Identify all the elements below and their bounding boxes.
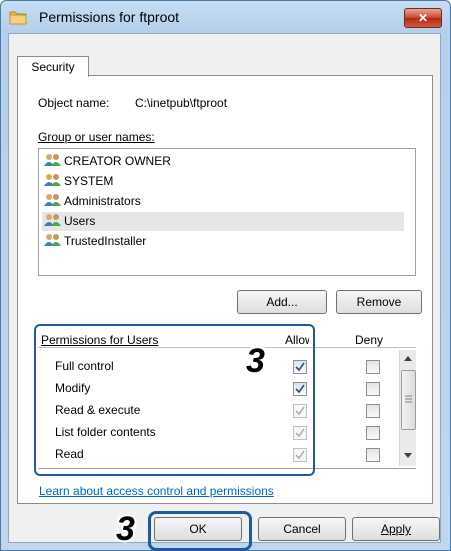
- list-item-label: Administrators: [64, 194, 141, 208]
- access-control-help-link[interactable]: Learn about access control and permissio…: [39, 484, 274, 498]
- list-item-label: Users: [64, 214, 96, 228]
- scrollbar-thumb[interactable]: [401, 370, 416, 430]
- group-user-list[interactable]: CREATOR OWNER SYSTEM Administrators User…: [38, 148, 416, 276]
- list-item-users[interactable]: Users: [42, 212, 404, 231]
- close-button[interactable]: ✕: [404, 8, 442, 28]
- list-item-system[interactable]: SYSTEM: [42, 172, 404, 191]
- window-title: Permissions for ftproot: [39, 9, 180, 25]
- list-item-label: TrustedInstaller: [64, 234, 147, 248]
- deny-full-control-checkbox[interactable]: [366, 360, 380, 374]
- users-icon: [44, 234, 61, 246]
- close-icon: ✕: [417, 11, 429, 25]
- list-item-creator-owner[interactable]: CREATOR OWNER: [42, 152, 404, 171]
- users-icon: [44, 194, 61, 206]
- group-list-label: Group or user names:: [38, 130, 155, 144]
- step-callout-permissions: 3: [246, 342, 265, 380]
- users-icon: [44, 174, 61, 186]
- list-item-trustedinstaller[interactable]: TrustedInstaller: [42, 232, 404, 251]
- deny-list-folder-checkbox[interactable]: [366, 426, 380, 440]
- deny-column-header: Deny: [355, 333, 384, 347]
- folder-icon: [9, 11, 27, 25]
- tab-security[interactable]: Security: [17, 56, 89, 77]
- permissions-highlight-box: [34, 324, 315, 476]
- users-icon: [44, 214, 61, 226]
- deny-read-execute-checkbox[interactable]: [366, 404, 380, 418]
- cancel-button[interactable]: Cancel: [258, 517, 346, 541]
- step-callout-ok: 3: [116, 510, 135, 548]
- list-item-label: CREATOR OWNER: [64, 154, 171, 168]
- object-name-label: Object name:: [38, 96, 110, 110]
- list-item-label: SYSTEM: [64, 174, 114, 188]
- add-button[interactable]: Add...: [237, 290, 327, 314]
- grip-icon: [405, 395, 412, 403]
- list-item-administrators[interactable]: Administrators: [42, 192, 404, 211]
- users-icon: [44, 154, 61, 166]
- deny-modify-checkbox[interactable]: [366, 382, 380, 396]
- apply-button[interactable]: Apply: [352, 517, 440, 541]
- scroll-up-icon[interactable]: [403, 354, 413, 362]
- scroll-down-icon[interactable]: [403, 452, 413, 460]
- title-bar[interactable]: Permissions for ftproot ✕: [1, 1, 450, 33]
- ok-highlight-box: [148, 511, 252, 551]
- deny-read-checkbox[interactable]: [366, 448, 380, 462]
- remove-button[interactable]: Remove: [336, 290, 422, 314]
- object-name-value: C:\inetpub\ftproot: [135, 96, 228, 110]
- permissions-scrollbar[interactable]: [399, 350, 416, 466]
